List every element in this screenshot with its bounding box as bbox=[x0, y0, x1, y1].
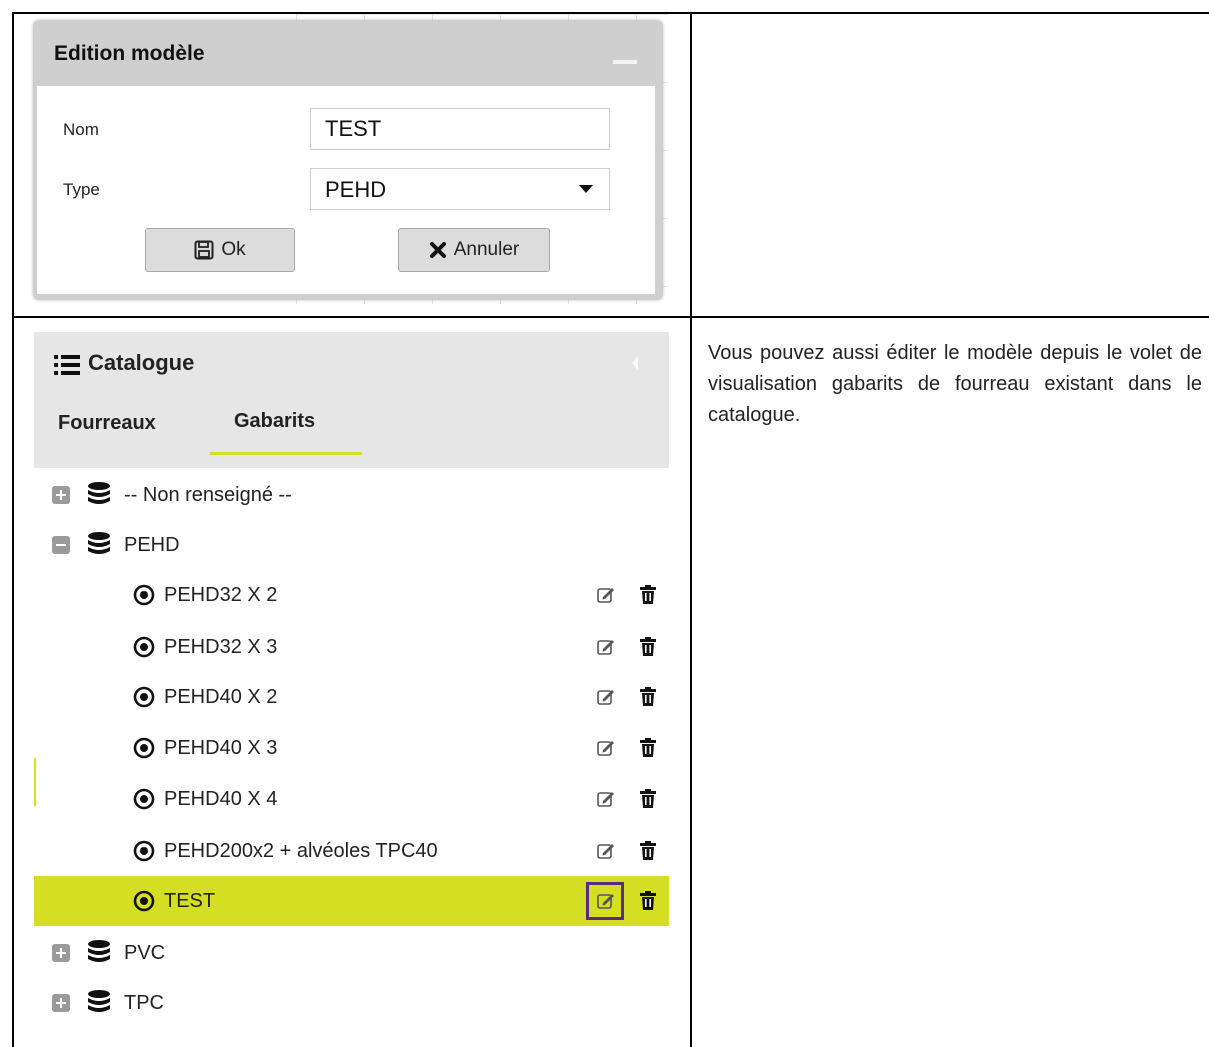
trash-icon[interactable] bbox=[640, 841, 656, 860]
edit-icon[interactable] bbox=[597, 688, 615, 706]
tree-group-label: TPC bbox=[124, 992, 164, 1014]
edit-model-dialog: Edition modèle Nom Type PEHD Ok Annuler bbox=[33, 20, 663, 300]
tree-item-label: PEHD200x2 + alvéoles TPC40 bbox=[164, 840, 438, 862]
ok-button-label: Ok bbox=[221, 239, 246, 260]
edit-icon[interactable] bbox=[597, 892, 615, 910]
edit-icon[interactable] bbox=[597, 586, 615, 604]
name-label: Nom bbox=[63, 120, 99, 139]
edit-icon[interactable] bbox=[597, 842, 615, 860]
active-tab-indicator bbox=[210, 452, 362, 455]
database-icon bbox=[88, 532, 110, 554]
tree-item-label: PEHD40 X 4 bbox=[164, 788, 278, 810]
database-icon bbox=[88, 940, 110, 962]
dot-circle-icon bbox=[133, 584, 155, 606]
plus-square-icon[interactable] bbox=[52, 486, 70, 504]
tree-group-label: -- Non renseigné -- bbox=[124, 484, 292, 506]
name-input[interactable] bbox=[310, 108, 610, 150]
trash-icon[interactable] bbox=[640, 789, 656, 808]
edit-icon[interactable] bbox=[597, 739, 615, 757]
cancel-button-label: Annuler bbox=[453, 239, 520, 260]
database-icon bbox=[88, 990, 110, 1012]
tree-item-pehd40x3[interactable]: PEHD40 X 3 bbox=[34, 723, 669, 773]
dot-circle-icon bbox=[133, 686, 155, 708]
minimize-icon[interactable] bbox=[613, 60, 637, 64]
tree-item-pehd200x2[interactable]: PEHD200x2 + alvéoles TPC40 bbox=[34, 826, 669, 876]
tree-item-label: PEHD40 X 3 bbox=[164, 737, 278, 759]
edit-icon[interactable] bbox=[597, 790, 615, 808]
cancel-button[interactable]: Annuler bbox=[398, 228, 550, 272]
dialog-body: Nom Type PEHD Ok Annuler bbox=[37, 86, 655, 294]
accent-marker bbox=[34, 758, 36, 806]
dot-circle-icon bbox=[133, 890, 155, 912]
tree-item-label: PEHD32 X 2 bbox=[164, 584, 278, 606]
tree-item-pehd40x2[interactable]: PEHD40 X 2 bbox=[34, 672, 669, 722]
type-select[interactable]: PEHD bbox=[310, 168, 610, 210]
catalogue-panel: Catalogue Fourreaux Gabarits -- Non rens… bbox=[34, 332, 669, 1035]
dot-circle-icon bbox=[133, 737, 155, 759]
tab-fourreaux[interactable]: Fourreaux bbox=[58, 412, 156, 435]
catalogue-title: Catalogue bbox=[88, 350, 195, 375]
tree-group-pehd[interactable]: PEHD bbox=[34, 520, 669, 570]
type-label: Type bbox=[63, 180, 100, 199]
dialog-title: Edition modèle bbox=[54, 42, 205, 65]
tree-item-pehd32x2[interactable]: PEHD32 X 2 bbox=[34, 570, 669, 620]
catalogue-header: Catalogue Fourreaux Gabarits bbox=[34, 332, 669, 468]
tree-group-label: PEHD bbox=[124, 534, 180, 556]
dot-circle-icon bbox=[133, 636, 155, 658]
tree-group-tpc[interactable]: TPC bbox=[34, 978, 669, 1028]
dot-circle-icon bbox=[133, 840, 155, 862]
plus-square-icon[interactable] bbox=[52, 994, 70, 1012]
collapse-panel-icon[interactable] bbox=[632, 356, 638, 370]
table-border-middle bbox=[690, 12, 692, 1047]
trash-icon[interactable] bbox=[640, 738, 656, 757]
minus-square-icon[interactable] bbox=[52, 536, 70, 554]
tree-item-label: TEST bbox=[164, 890, 216, 912]
trash-icon[interactable] bbox=[640, 585, 656, 604]
tree-item-label: PEHD32 X 3 bbox=[164, 636, 278, 658]
tree-item-label: PEHD40 X 2 bbox=[164, 686, 278, 708]
trash-icon[interactable] bbox=[640, 891, 656, 910]
tree-group-pvc[interactable]: PVC bbox=[34, 928, 669, 978]
ok-button[interactable]: Ok bbox=[145, 228, 295, 272]
tree-group-non-renseigne[interactable]: -- Non renseigné -- bbox=[34, 470, 669, 520]
tree-item-pehd40x4[interactable]: PEHD40 X 4 bbox=[34, 774, 669, 824]
trash-icon[interactable] bbox=[640, 637, 656, 656]
type-select-value: PEHD bbox=[325, 177, 387, 202]
list-icon bbox=[54, 355, 80, 375]
tree-item-test-selected[interactable]: TEST bbox=[34, 876, 669, 926]
table-border-row-divider bbox=[12, 316, 1209, 318]
save-icon bbox=[194, 240, 214, 260]
tree-group-label: PVC bbox=[124, 942, 166, 964]
trash-icon[interactable] bbox=[640, 687, 656, 706]
tree-item-pehd32x3[interactable]: PEHD32 X 3 bbox=[34, 622, 669, 672]
dot-circle-icon bbox=[133, 788, 155, 810]
edit-icon[interactable] bbox=[597, 638, 615, 656]
tab-gabarits[interactable]: Gabarits bbox=[234, 410, 315, 433]
close-icon bbox=[429, 242, 446, 258]
table-border-left bbox=[12, 12, 14, 1047]
description-text: Vous pouvez aussi éditer le modèle depui… bbox=[708, 342, 1202, 426]
plus-square-icon[interactable] bbox=[52, 944, 70, 962]
database-icon bbox=[88, 482, 110, 504]
caret-down-icon bbox=[579, 185, 593, 193]
